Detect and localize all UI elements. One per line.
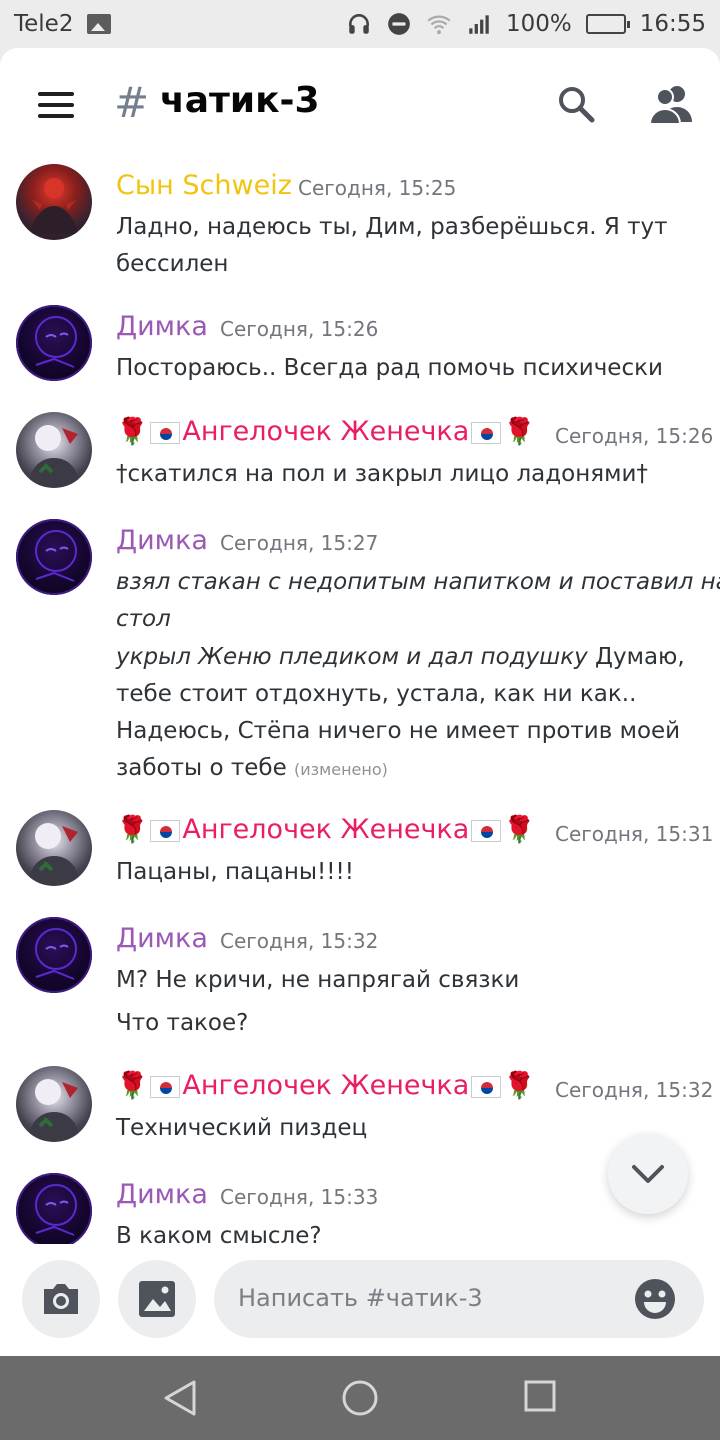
message-timestamp: Сегодня, 15:26	[555, 424, 714, 448]
home-icon[interactable]	[342, 1380, 378, 1416]
message-text: бессилен	[116, 251, 229, 277]
message-text: укрыл Женю пледиком и дал подушку	[116, 644, 588, 670]
korea-flag-icon	[471, 421, 502, 444]
message-timestamp: Сегодня, 15:27	[220, 531, 379, 555]
avatar[interactable]	[16, 164, 92, 240]
message-author: Ангелочек Женечка	[182, 416, 470, 447]
message-author-line[interactable]: 🌹 Ангелочек Женечка 🌹	[116, 1070, 536, 1101]
message-text: М? Не кричи, не напрягай связки	[116, 967, 520, 993]
message-text: взял стакан с недопитым напитком и поста…	[116, 569, 720, 595]
status-bar: Tele2 100% 16:55	[0, 0, 720, 48]
menu-icon[interactable]	[38, 92, 74, 118]
korea-flag-icon	[471, 819, 502, 842]
image-icon	[139, 1281, 175, 1317]
avatar[interactable]	[16, 917, 92, 993]
message-author-line[interactable]: 🌹 Ангелочек Женечка 🌹	[116, 416, 536, 447]
camera-button[interactable]	[22, 1260, 100, 1338]
channel-title: чатик-3	[160, 80, 320, 121]
edited-label: (изменено)	[294, 760, 388, 779]
avatar[interactable]	[16, 1066, 92, 1142]
rose-icon: 🌹	[503, 815, 536, 845]
message-text: Ладно, надеюсь ты, Дим, разберёшься. Я т…	[116, 214, 668, 240]
camera-icon	[44, 1284, 78, 1314]
wifi-icon	[427, 15, 451, 35]
message-text: †скатился на пол и закрыл лицо ладонями†	[116, 461, 648, 487]
message-author[interactable]: Димка	[116, 525, 208, 556]
search-icon[interactable]	[556, 84, 596, 124]
gallery-button[interactable]	[118, 1260, 196, 1338]
battery-percent: 100%	[505, 11, 572, 37]
members-icon[interactable]	[648, 82, 694, 126]
message-timestamp: Сегодня, 15:32	[555, 1078, 714, 1102]
channel-header: # чатик-3	[0, 48, 720, 160]
carrier-label: Tele2	[14, 11, 74, 37]
gallery-notification-icon	[87, 14, 112, 34]
message-text: заботы о тебе	[116, 755, 287, 781]
message-input[interactable]: Написать #чатик-3	[214, 1260, 704, 1338]
headphones-icon	[348, 14, 369, 34]
message-author: Ангелочек Женечка	[182, 814, 470, 845]
message-input-placeholder: Написать #чатик-3	[238, 1284, 483, 1312]
korea-flag-icon	[150, 819, 181, 842]
chevron-down-icon	[632, 1165, 664, 1183]
do-not-disturb-icon	[388, 13, 410, 35]
recent-apps-icon[interactable]	[524, 1380, 556, 1412]
avatar[interactable]	[16, 519, 92, 595]
message-text: Надеюсь, Стёпа ничего не имеет против мо…	[116, 718, 681, 744]
rose-icon: 🌹	[116, 1071, 149, 1101]
emoji-icon[interactable]	[634, 1278, 676, 1320]
signal-icon	[469, 15, 489, 34]
message-timestamp: Сегодня, 15:32	[220, 929, 379, 953]
message-timestamp: Сегодня, 15:25	[298, 176, 457, 200]
system-navigation-bar	[0, 1356, 720, 1440]
message-timestamp: Сегодня, 15:26	[220, 317, 379, 341]
rose-icon: 🌹	[116, 417, 149, 447]
korea-flag-icon	[150, 421, 181, 444]
channel-hash-icon: #	[114, 78, 150, 127]
message-text: Постораюсь.. Всегда рад помочь психическ…	[116, 355, 663, 381]
back-icon[interactable]	[162, 1378, 198, 1418]
battery-icon	[585, 14, 630, 34]
message-timestamp: Сегодня, 15:31	[555, 822, 714, 846]
avatar[interactable]	[16, 1173, 92, 1244]
message-text: стол	[116, 606, 171, 632]
message-text: Что такое?	[116, 1010, 249, 1036]
message-author[interactable]: Сын Schweiz	[116, 170, 292, 201]
avatar[interactable]	[16, 810, 92, 886]
korea-flag-icon	[471, 1075, 502, 1098]
message-author-line[interactable]: 🌹 Ангелочек Женечка 🌹	[116, 814, 536, 845]
message-author: Ангелочек Женечка	[182, 1070, 470, 1101]
message-text: Пацаны, пацаны!!!!	[116, 859, 354, 885]
clock: 16:55	[639, 11, 706, 37]
message-author[interactable]: Димка	[116, 311, 208, 342]
message-composer: Написать #чатик-3	[0, 1244, 720, 1356]
message-timestamp: Сегодня, 15:33	[220, 1185, 379, 1209]
rose-icon: 🌹	[503, 1071, 536, 1101]
korea-flag-icon	[150, 1075, 181, 1098]
message-author[interactable]: Димка	[116, 923, 208, 954]
chat-screen: # чатик-3 Сын Schweiz Сегодня, 15:25 Лад…	[0, 48, 720, 1356]
message-text: В каком смысле?	[116, 1223, 322, 1244]
jump-to-latest-button[interactable]	[608, 1134, 688, 1214]
message-text: Думаю,	[587, 644, 685, 670]
message-text: тебе стоит отдохнуть, устала, как ни как…	[116, 681, 637, 707]
rose-icon: 🌹	[116, 815, 149, 845]
message-text-line: укрыл Женю пледиком и дал подушку Думаю,	[116, 642, 685, 672]
message-list[interactable]: Сын Schweiz Сегодня, 15:25 Ладно, надеюс…	[0, 160, 720, 1244]
rose-icon: 🌹	[503, 417, 536, 447]
message-text-line: заботы о тебе (изменено)	[116, 753, 388, 785]
avatar[interactable]	[16, 412, 92, 488]
message-text: Технический пиздец	[116, 1115, 368, 1141]
avatar[interactable]	[16, 305, 92, 381]
message-author[interactable]: Димка	[116, 1179, 208, 1210]
